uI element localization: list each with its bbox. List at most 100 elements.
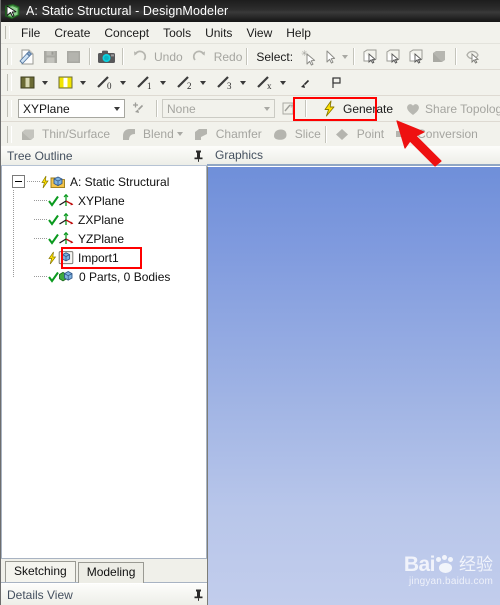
menu-file[interactable]: File [14,24,47,42]
sketch-3-button[interactable]: 3 [215,72,236,93]
plane-pair-olive-chevron-down-icon[interactable] [42,80,48,85]
thin-surface-label: Thin/Surface [42,127,111,141]
pin-icon[interactable] [194,589,203,601]
tree-node-parts-bodies-label: 0 Parts, 0 Bodies [79,269,171,284]
tree-outline-pane: Tree Outline A: Static Structural XYPlan… [1,146,207,605]
watermark-url: jingyan.baidu.com [408,576,493,587]
select-mode-dropdown[interactable] [324,46,349,67]
tree-connector-dots [34,238,48,239]
generate-button[interactable] [319,98,340,119]
tree-node-root[interactable]: A: Static Structural [6,172,206,191]
redo-label: Redo [213,49,243,64]
body-filter-button[interactable] [429,46,450,67]
conversion-button[interactable] [392,124,413,145]
sketch-x-button[interactable]: x [255,72,276,93]
undo-button[interactable] [129,46,150,67]
share-topology-button[interactable] [402,98,423,119]
svg-text:1: 1 [147,81,152,91]
tab-modeling[interactable]: Modeling [77,562,145,583]
sketch-1-chevron-down-icon[interactable] [160,80,166,85]
svg-text:0: 0 [107,81,112,91]
tree-node-yzplane[interactable]: YZPlane [6,229,206,248]
thin-surface-button[interactable] [17,124,38,145]
save-button[interactable] [40,46,61,67]
window-title: A: Static Structural - DesignModeler [26,4,229,18]
plane-icon [58,212,74,227]
tree-node-xyplane-label: XYPlane [78,193,125,208]
menu-create[interactable]: Create [47,24,97,42]
new-plane-button[interactable] [130,98,151,119]
blend-button[interactable] [118,124,139,145]
tree: A: Static Structural XYPlane ZXPlane YZP… [2,166,206,286]
tree-connector-dots [34,200,48,201]
pin-icon[interactable] [194,150,203,162]
tree-node-import1-label: Import1 [78,250,119,265]
sketch-3-chevron-down-icon[interactable] [240,80,246,85]
sketch-2-chevron-down-icon[interactable] [200,80,206,85]
sketch-0-button[interactable]: 0 [95,72,116,93]
designmodeler-icon [4,3,21,20]
tree-node-zxplane[interactable]: ZXPlane [6,210,206,229]
tree-connector-dots [34,257,48,258]
details-view-header: Details View [1,583,207,605]
sketch-projection-button[interactable] [296,72,317,93]
chamfer-button[interactable] [191,124,212,145]
standard-toolbar: Undo Redo Select: ✳ [1,44,500,70]
sketch-flag-button[interactable] [326,72,347,93]
tree-node-yzplane-label: YZPlane [78,231,125,246]
active-plane-toolbar: XYPlane None ✳ Generate Share Topology [1,96,500,122]
graphics-viewport[interactable]: Bai 经验 jingyan.baidu.com [207,166,500,605]
plane-pair-yellow-chevron-down-icon[interactable] [80,80,86,85]
export-button[interactable] [63,46,84,67]
tree-node-parts-bodies[interactable]: 0 Parts, 0 Bodies [6,267,206,286]
project-icon [50,174,66,189]
slice-button[interactable] [270,124,291,145]
blend-chevron-down-icon[interactable] [176,132,183,136]
new-sketch-button[interactable]: ✳ [279,98,300,119]
tree-node-root-label: A: Static Structural [70,174,170,189]
menu-view[interactable]: View [239,24,279,42]
redo-button[interactable] [189,46,210,67]
tree-node-xyplane[interactable]: XYPlane [6,191,206,210]
menu-units[interactable]: Units [198,24,239,42]
baidu-jingyan-watermark: Bai 经验 jingyan.baidu.com [404,553,493,587]
tree-node-import1[interactable]: Import1 [6,248,206,267]
menu-tools[interactable]: Tools [156,24,198,42]
face-filter-button[interactable] [406,46,427,67]
toolbar-separator-4 [353,48,356,65]
point-button[interactable] [332,124,353,145]
plane-pair-olive-button[interactable] [17,72,38,93]
plane-combo[interactable]: XYPlane [18,99,125,118]
chevron-down-icon [342,54,349,59]
import-icon [58,250,74,265]
sketch-combo-chevron-down-icon[interactable] [259,100,274,117]
menu-help[interactable]: Help [279,24,318,42]
sketch-x-chevron-down-icon[interactable] [280,80,286,85]
standard-toolbar-grip[interactable] [7,48,12,65]
features-toolbar-grip[interactable] [7,125,12,143]
sketch-2-button[interactable]: 2 [175,72,196,93]
toolbar-separator-7 [305,100,307,117]
tree-expander-collapse[interactable] [12,175,25,188]
edge-filter-button[interactable] [383,46,404,67]
image-capture-button[interactable] [96,46,117,67]
single-select-button[interactable]: ✳ [298,46,319,67]
menu-grip[interactable] [5,26,10,39]
menu-concept[interactable]: Concept [97,24,156,42]
sketch-1-button[interactable]: 1 [135,72,156,93]
plane-pair-yellow-button[interactable] [55,72,76,93]
main-area: Tree Outline A: Static Structural XYPlan… [1,146,500,605]
tree-connector-dots [27,181,41,182]
active-plane-toolbar-grip[interactable] [7,100,12,117]
planes-toolbar-grip[interactable] [7,74,12,91]
tab-sketching[interactable]: Sketching [5,561,76,582]
sketch-combo[interactable]: None [162,99,275,118]
svg-text:✳: ✳ [289,103,294,110]
paw-icon [435,555,457,575]
plane-combo-chevron-down-icon[interactable] [109,100,124,117]
toolbar-separator-1 [89,48,91,65]
sketch-0-chevron-down-icon[interactable] [120,80,126,85]
extend-filter-button[interactable] [462,46,483,67]
new-file-button[interactable] [17,46,38,67]
vertex-filter-button[interactable] [360,46,381,67]
